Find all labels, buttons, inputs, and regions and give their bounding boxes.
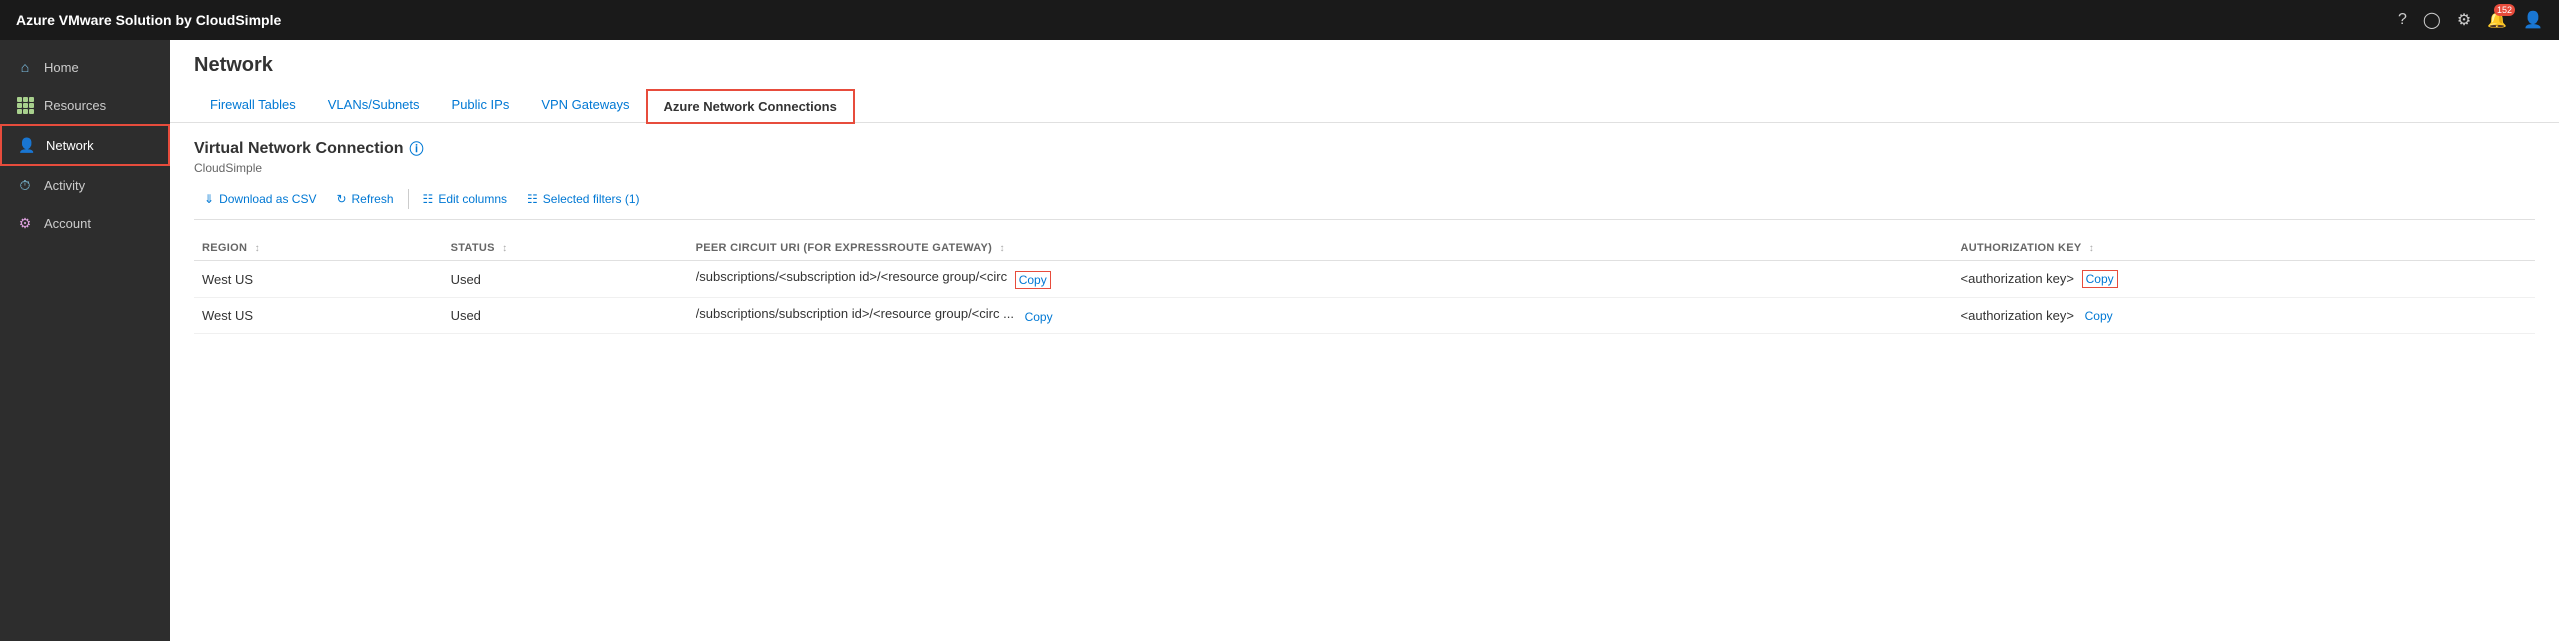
sidebar-item-account[interactable]: ⚙ Account <box>0 204 170 242</box>
cell-status-2: Used <box>443 298 688 334</box>
col-region: REGION ↕ <box>194 236 443 261</box>
topbar: Azure VMware Solution by CloudSimple ? ◯… <box>0 0 2559 40</box>
main-content: Network Firewall Tables VLANs/Subnets Pu… <box>170 40 2559 641</box>
toolbar-separator <box>408 189 409 209</box>
page-title: Network <box>194 54 2535 77</box>
edit-columns-button[interactable]: ☷ Edit columns <box>413 187 517 211</box>
sidebar-item-activity[interactable]: ⏱ Activity <box>0 166 170 204</box>
tab-azurenet[interactable]: Azure Network Connections <box>646 89 855 124</box>
content-area: Virtual Network Connection ⓘ CloudSimple… <box>170 123 2559 641</box>
sidebar-label-resources: Resources <box>44 98 106 113</box>
section-subtitle: CloudSimple <box>194 161 2535 175</box>
sort-status-icon[interactable]: ↕ <box>502 243 507 254</box>
download-csv-button[interactable]: ⇓ Download as CSV <box>194 187 326 211</box>
info-icon[interactable]: ⓘ <box>410 139 424 159</box>
sidebar-label-activity: Activity <box>44 178 85 193</box>
topbar-actions: ? ◯ ⚙ 🔔 👤 <box>2398 10 2543 30</box>
peer-uri-text-1: /subscriptions/<subscription id>/<resour… <box>696 269 1007 284</box>
sidebar-label-network: Network <box>46 138 94 153</box>
table-row: West US Used /subscriptions/<subscriptio… <box>194 261 2535 298</box>
sidebar-label-home: Home <box>44 60 79 75</box>
col-auth-key: AUTHORIZATION KEY ↕ <box>1953 236 2535 261</box>
sort-auth-icon[interactable]: ↕ <box>2089 243 2094 254</box>
cell-auth-1: <authorization key> Copy <box>1953 261 2535 298</box>
table-header: REGION ↕ STATUS ↕ PEER CIRCUIT URI (FOR … <box>194 236 2535 261</box>
tab-vlans[interactable]: VLANs/Subnets <box>312 89 436 122</box>
home-icon: ⌂ <box>16 58 34 76</box>
section-title-row: Virtual Network Connection ⓘ <box>194 139 2535 159</box>
refresh-button[interactable]: ↻ Refresh <box>326 187 403 211</box>
peer-uri-text-2: /subscriptions/subscription id>/<resourc… <box>696 306 1014 321</box>
copy-peer-button-2[interactable]: Copy <box>1022 309 1056 325</box>
network-connections-table: REGION ↕ STATUS ↕ PEER CIRCUIT URI (FOR … <box>194 236 2535 334</box>
auth-key-text-2: <authorization key> <box>1961 308 2074 323</box>
app-brand: Azure VMware Solution by CloudSimple <box>16 12 281 28</box>
sidebar-label-account: Account <box>44 216 91 231</box>
cell-status-1: Used <box>443 261 688 298</box>
copy-auth-button-2[interactable]: Copy <box>2082 308 2116 324</box>
cell-auth-2: <authorization key> Copy <box>1953 298 2535 334</box>
refresh-icon: ↻ <box>336 192 346 206</box>
tabs: Firewall Tables VLANs/Subnets Public IPs… <box>194 89 2535 122</box>
section-title-text: Virtual Network Connection <box>194 140 404 158</box>
copy-auth-button-1[interactable]: Copy <box>2082 270 2118 288</box>
copy-peer-button-1[interactable]: Copy <box>1015 271 1051 289</box>
table-row: West US Used /subscriptions/subscription… <box>194 298 2535 334</box>
col-peer-circuit: PEER CIRCUIT URI (FOR EXPRESSROUTE GATEW… <box>688 236 1953 261</box>
sidebar-item-network[interactable]: 👤 Network <box>0 124 170 166</box>
bell-icon[interactable]: 🔔 <box>2487 10 2507 30</box>
filter-icon: ☷ <box>527 192 538 206</box>
help-icon[interactable]: ? <box>2398 11 2407 29</box>
tab-publicips[interactable]: Public IPs <box>436 89 526 122</box>
settings-icon[interactable]: ⚙ <box>2457 10 2471 30</box>
account-nav-icon: ⚙ <box>16 214 34 232</box>
activity-icon: ⏱ <box>16 176 34 194</box>
selected-filters-button[interactable]: ☷ Selected filters (1) <box>517 187 649 211</box>
tab-vpn[interactable]: VPN Gateways <box>525 89 645 122</box>
table-body: West US Used /subscriptions/<subscriptio… <box>194 261 2535 334</box>
cell-peer-2: /subscriptions/subscription id>/<resourc… <box>688 298 1953 334</box>
sort-peer-icon[interactable]: ↕ <box>999 243 1004 254</box>
cell-region-1: West US <box>194 261 443 298</box>
col-status: STATUS ↕ <box>443 236 688 261</box>
sidebar-item-home[interactable]: ⌂ Home <box>0 48 170 86</box>
tab-firewall[interactable]: Firewall Tables <box>194 89 312 122</box>
resources-icon <box>16 96 34 114</box>
cell-region-2: West US <box>194 298 443 334</box>
account-icon[interactable]: 👤 <box>2523 10 2543 30</box>
sort-region-icon[interactable]: ↕ <box>255 243 260 254</box>
app-layout: ⌂ Home Resources 👤 Network ⏱ Activity ⚙ … <box>0 40 2559 641</box>
download-icon: ⇓ <box>204 192 214 206</box>
network-icon: 👤 <box>18 136 36 154</box>
page-header: Network Firewall Tables VLANs/Subnets Pu… <box>170 40 2559 123</box>
user-circle-icon[interactable]: ◯ <box>2423 10 2441 30</box>
cell-peer-1: /subscriptions/<subscription id>/<resour… <box>688 261 1953 298</box>
toolbar: ⇓ Download as CSV ↻ Refresh ☷ Edit colum… <box>194 187 2535 220</box>
columns-icon: ☷ <box>423 192 434 206</box>
sidebar: ⌂ Home Resources 👤 Network ⏱ Activity ⚙ … <box>0 40 170 641</box>
auth-key-text-1: <authorization key> <box>1961 271 2074 286</box>
sidebar-item-resources[interactable]: Resources <box>0 86 170 124</box>
